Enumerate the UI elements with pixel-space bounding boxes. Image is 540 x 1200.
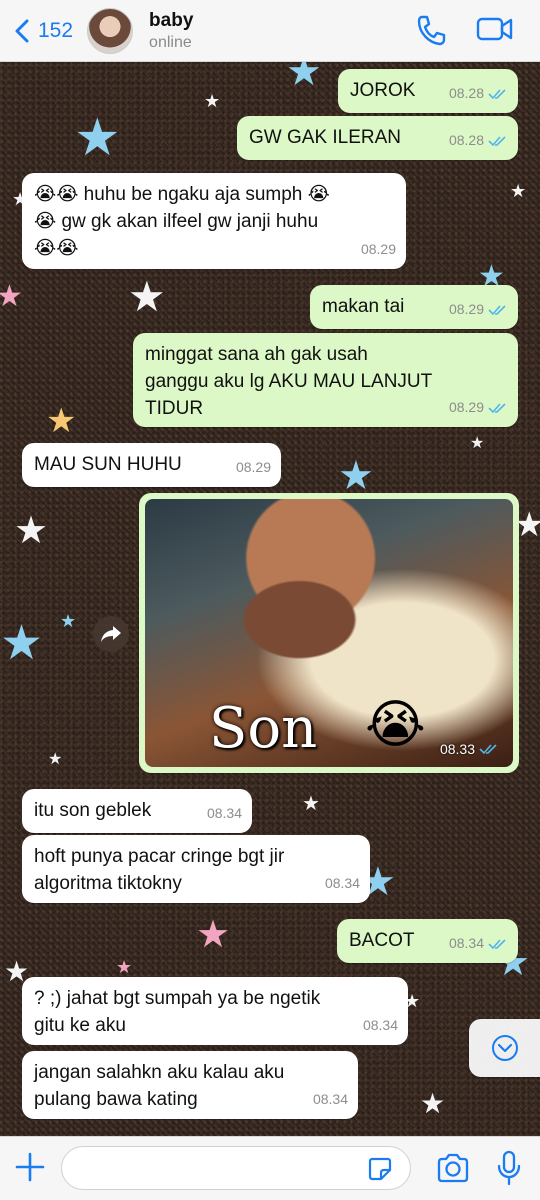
message-text: BACOT xyxy=(349,930,415,951)
star-decoration: ★ xyxy=(128,273,166,320)
contact-name: baby xyxy=(149,9,194,31)
video-camera-icon xyxy=(476,17,513,41)
read-ticks-icon xyxy=(488,88,506,99)
message-input[interactable] xyxy=(61,1146,411,1190)
star-decoration: ★ xyxy=(196,914,231,956)
message-time: 08.29 xyxy=(360,241,396,257)
message-outgoing[interactable]: GW GAK ILERAN 08.28 xyxy=(237,116,518,160)
read-ticks-icon xyxy=(488,402,506,413)
message-time: 08.29 xyxy=(235,459,271,475)
star-decoration: ★ xyxy=(116,957,133,977)
forward-button[interactable] xyxy=(93,616,129,652)
message-meta: 08.33 xyxy=(440,741,499,757)
message-text: ? ;) jahat bgt sumpah ya be ngetik gitu … xyxy=(34,988,321,1036)
message-outgoing[interactable]: BACOT 08.34 xyxy=(337,919,518,963)
message-text: GW GAK ILERAN xyxy=(249,127,402,148)
message-time: 08.29 xyxy=(448,399,484,415)
camera-icon xyxy=(437,1153,469,1183)
compose-bar xyxy=(0,1136,540,1200)
message-time: 08.34 xyxy=(312,1091,348,1107)
read-ticks-icon xyxy=(488,938,506,949)
voice-call-button[interactable] xyxy=(416,14,446,51)
message-outgoing[interactable]: makan tai 08.29 xyxy=(310,285,518,329)
message-text: hoft punya pacar cringe bgt jir algoritm… xyxy=(34,846,285,894)
star-decoration: ★ xyxy=(420,1088,446,1119)
message-incoming[interactable]: ? ;) jahat bgt sumpah ya be ngetik gitu … xyxy=(22,977,408,1045)
message-meta: 08.34 xyxy=(313,1086,348,1113)
message-text: itu son geblek xyxy=(34,800,152,821)
unread-count: 152 xyxy=(38,18,74,42)
microphone-button[interactable] xyxy=(496,1150,522,1191)
back-button[interactable]: 152 xyxy=(12,19,73,43)
avatar[interactable] xyxy=(87,7,134,54)
star-decoration: ★ xyxy=(302,793,320,815)
contact-status: online xyxy=(149,33,192,51)
message-meta: 08.28 xyxy=(449,127,508,154)
chevron-down-circle-icon xyxy=(491,1035,518,1061)
message-time: 08.28 xyxy=(448,85,484,101)
star-decoration: ★ xyxy=(46,402,77,440)
message-incoming[interactable]: MAU SUN HUHU 08.29 xyxy=(22,443,281,487)
star-decoration: ★ xyxy=(60,611,77,631)
message-time: 08.33 xyxy=(439,741,475,757)
message-meta: 08.29 xyxy=(236,454,271,481)
message-meta: 08.34 xyxy=(325,870,360,897)
microphone-icon xyxy=(497,1150,521,1186)
star-decoration: ★ xyxy=(48,751,63,768)
video-call-button[interactable] xyxy=(476,14,514,49)
star-decoration: ★ xyxy=(510,181,527,201)
phone-icon xyxy=(417,15,446,46)
message-incoming[interactable]: itu son geblek 08.34 xyxy=(22,789,252,833)
message-text: MAU SUN HUHU xyxy=(34,454,182,475)
read-ticks-icon xyxy=(479,744,497,755)
star-decoration: ★ xyxy=(204,91,221,111)
message-time: 08.34 xyxy=(206,805,242,821)
image-message[interactable]: Son 😭 08.33 xyxy=(139,493,519,773)
message-time: 08.28 xyxy=(448,132,484,148)
star-decoration: ★ xyxy=(0,617,44,670)
message-meta: 08.34 xyxy=(363,1012,398,1039)
attach-button[interactable] xyxy=(14,1151,46,1188)
message-meta: 08.34 xyxy=(449,930,508,957)
star-decoration: ★ xyxy=(14,510,49,552)
star-decoration: ★ xyxy=(0,280,23,313)
crying-face-emoji: 😭 xyxy=(365,696,426,754)
message-text: 😭😭 huhu be ngaku aja sumph 😭 😭 gw gk aka… xyxy=(34,184,330,259)
star-decoration: ★ xyxy=(74,109,121,167)
message-incoming[interactable]: jangan salahkn aku kalau aku pulang bawa… xyxy=(22,1051,358,1119)
message-text: makan tai xyxy=(322,296,405,317)
message-meta: 08.28 xyxy=(449,80,508,107)
message-incoming[interactable]: hoft punya pacar cringe bgt jir algoritm… xyxy=(22,835,370,903)
chat-header: 152 baby online xyxy=(0,0,540,62)
message-meta: 08.29 xyxy=(361,236,396,263)
read-ticks-icon xyxy=(488,304,506,315)
message-time: 08.29 xyxy=(448,301,484,317)
photo-caption: Son xyxy=(209,696,318,761)
chevron-left-icon xyxy=(15,19,29,42)
message-text: JOROK xyxy=(350,80,416,101)
forward-arrow-icon xyxy=(101,626,121,642)
message-time: 08.34 xyxy=(324,875,360,891)
message-outgoing[interactable]: JOROK 08.28 xyxy=(338,69,518,113)
message-outgoing[interactable]: minggat sana ah gak usah ganggu aku lg A… xyxy=(133,333,518,427)
camera-button[interactable] xyxy=(436,1153,470,1188)
message-time: 08.34 xyxy=(362,1017,398,1033)
message-incoming[interactable]: 😭😭 huhu be ngaku aja sumph 😭 😭 gw gk aka… xyxy=(22,173,406,269)
scroll-to-bottom-button[interactable] xyxy=(469,1019,540,1077)
message-meta: 08.34 xyxy=(207,800,242,827)
meme-photo[interactable]: Son 😭 08.33 xyxy=(145,499,513,767)
message-time: 08.34 xyxy=(448,935,484,951)
star-decoration: ★ xyxy=(470,435,485,452)
message-meta: 08.29 xyxy=(449,394,508,421)
read-ticks-icon xyxy=(488,135,506,146)
sticker-button[interactable] xyxy=(366,1155,394,1188)
message-text: jangan salahkn aku kalau aku pulang bawa… xyxy=(34,1062,285,1110)
contact-info[interactable]: baby online xyxy=(149,10,193,52)
plus-icon xyxy=(15,1152,45,1182)
star-decoration: ★ xyxy=(338,454,374,498)
sticker-icon xyxy=(368,1157,392,1181)
message-meta: 08.29 xyxy=(449,296,508,323)
message-text: minggat sana ah gak usah ganggu aku lg A… xyxy=(145,344,433,419)
